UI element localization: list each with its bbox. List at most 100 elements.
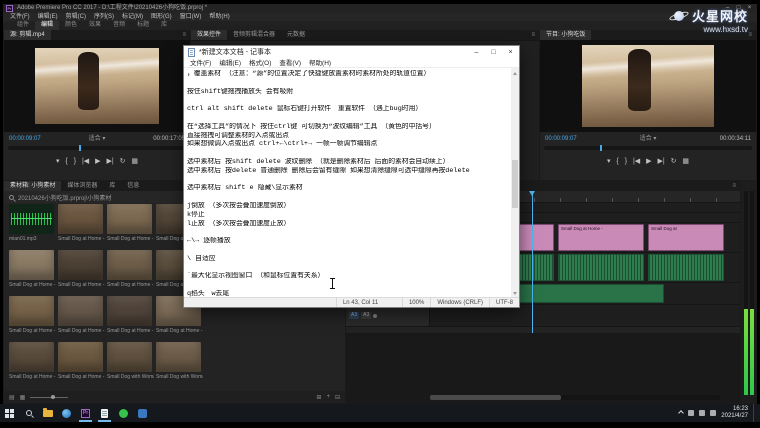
notepad-minimize-button[interactable]: – (468, 46, 485, 59)
icon-view-icon[interactable]: ▦ (20, 394, 26, 401)
project-item[interactable]: Small Dog with Woman... (107, 342, 154, 386)
project-item[interactable]: Small Dog at Home - S... (58, 342, 105, 386)
tab-audio-mixer[interactable]: 音频剪辑混合器 (227, 30, 281, 40)
list-view-icon[interactable]: ▤ (9, 394, 15, 401)
menu-graphics[interactable]: 图形(G) (147, 13, 176, 21)
search-icon[interactable] (9, 195, 14, 200)
taskbar-clock[interactable]: 16:23 2021/4/27 (721, 406, 748, 420)
program-transport-controls[interactable]: ▾ { } |◀ ▶ ▶| ↻ ▦ (540, 154, 756, 170)
project-item[interactable]: Small Dog at Home - S... (58, 250, 105, 294)
menu-help[interactable]: 帮助(H) (205, 13, 233, 21)
video-thumbnail[interactable] (58, 204, 103, 234)
scroll-down-icon[interactable] (511, 289, 519, 297)
thumbnail-zoom-slider[interactable] (30, 397, 68, 398)
scrollbar-thumb[interactable] (512, 160, 518, 208)
source-fit-dropdown[interactable]: 适合 ▾ (89, 134, 106, 144)
audio-clip[interactable] (648, 254, 724, 281)
track-lane-a3[interactable] (430, 305, 740, 326)
tab-source-monitor[interactable]: 源: 剪辑.mp4 (4, 30, 51, 40)
tray-icon-1[interactable] (688, 410, 694, 416)
notepad-scrollbar[interactable] (511, 68, 519, 297)
scroll-up-icon[interactable] (511, 68, 519, 76)
timeline-horizontal-scrollbar[interactable] (430, 395, 720, 400)
taskbar-chat-button[interactable] (114, 404, 133, 422)
taskbar-premiere-button[interactable]: Pr (76, 404, 95, 422)
project-item[interactable]: Small Dog at Home - S... (107, 204, 154, 248)
tab-libraries[interactable]: 库 (103, 181, 121, 191)
workspace-tab-titles[interactable]: 标题 (131, 21, 155, 30)
taskbar-notepad-button[interactable] (95, 404, 114, 422)
project-item[interactable]: Small Dog at Home - S... (58, 204, 105, 248)
source-transport-controls[interactable]: ▾ { } |◀ ▶ ▶| ↻ ▦ (4, 154, 190, 170)
video-clip[interactable]: Small Dog at (648, 224, 724, 251)
project-item-audio[interactable]: mian01.mp3 (9, 204, 56, 248)
notepad-menu-edit[interactable]: 编辑(E) (215, 59, 245, 67)
audio-waveform-thumbnail[interactable] (9, 204, 54, 234)
video-thumbnail[interactable] (107, 250, 152, 280)
delete-icon[interactable]: ⊟ (335, 394, 340, 401)
notepad-menu-format[interactable]: 格式(O) (245, 59, 275, 67)
notepad-menu-help[interactable]: 帮助(H) (305, 59, 335, 67)
taskbar-app-button[interactable] (133, 404, 152, 422)
source-scrubber[interactable] (8, 146, 186, 150)
source-timecode[interactable]: 00:00:09:07 (9, 134, 41, 144)
show-desktop-button[interactable] (753, 404, 757, 422)
tab-media-browser[interactable]: 媒体浏览器 (61, 181, 103, 191)
project-item[interactable]: Small Dog at Home - S... (9, 250, 56, 294)
video-thumbnail[interactable] (9, 342, 54, 372)
video-thumbnail[interactable] (58, 296, 103, 326)
tray-icon-2[interactable] (699, 410, 705, 416)
tab-effect-controls[interactable]: 效果控件 (191, 30, 227, 40)
video-thumbnail[interactable] (156, 342, 201, 372)
menu-file[interactable]: 文件(F) (6, 13, 34, 21)
notepad-text-area[interactable]: ，覆盖素材 （注意：“源”的位置决定了快捷键放置素材时素材所处的轨道位置） 按住… (184, 68, 519, 297)
track-header-a3[interactable]: A3A3 (346, 305, 430, 326)
tab-metadata[interactable]: 元数据 (281, 30, 311, 40)
taskbar-browser-button[interactable] (57, 404, 76, 422)
source-scrub-head[interactable] (79, 145, 81, 151)
project-item[interactable]: Small Dog at Home - S... (107, 296, 154, 340)
menu-window[interactable]: 窗口(W) (176, 13, 206, 21)
playhead[interactable] (532, 191, 533, 333)
tab-program-monitor[interactable]: 节目: 小狗吃饭 (540, 30, 591, 40)
taskbar-explorer-button[interactable] (38, 404, 57, 422)
video-thumbnail[interactable] (58, 250, 103, 280)
video-thumbnail[interactable] (107, 204, 152, 234)
program-scrubber[interactable] (544, 146, 752, 150)
panel-menu-icon[interactable]: ≡ (178, 30, 190, 40)
panel-menu-icon[interactable]: ≡ (527, 30, 539, 40)
menu-sequence[interactable]: 序列(S) (90, 13, 118, 21)
menu-edit[interactable]: 编辑(E) (34, 13, 62, 21)
track-toggle-icon[interactable] (373, 314, 377, 318)
track-badge[interactable]: A3 (361, 312, 371, 319)
video-thumbnail[interactable] (107, 342, 152, 372)
source-patch-badge[interactable]: A3 (349, 312, 359, 319)
video-thumbnail[interactable] (9, 250, 54, 280)
video-thumbnail[interactable] (9, 296, 54, 326)
new-item-icon[interactable]: + (326, 394, 330, 401)
video-clip[interactable]: Small Dog at Home - (558, 224, 644, 251)
notepad-menu-view[interactable]: 查看(V) (275, 59, 305, 67)
menu-clip[interactable]: 剪辑(C) (62, 13, 90, 21)
video-thumbnail[interactable] (58, 342, 103, 372)
notepad-titlebar[interactable]: *新建文本文档 - 记事本 – □ × (184, 46, 519, 59)
start-button[interactable] (0, 404, 19, 422)
project-item[interactable]: Small Dog with Woman... (156, 342, 203, 386)
tab-bin[interactable]: 素材箱: 小狗素材 (4, 181, 61, 191)
video-thumbnail[interactable] (107, 296, 152, 326)
program-timecode[interactable]: 00:00:09:07 (545, 134, 577, 144)
project-item[interactable]: Small Dog at Home - S... (107, 250, 154, 294)
tray-chevron-up-icon[interactable] (678, 410, 684, 416)
taskbar-search-button[interactable] (19, 404, 38, 422)
project-item[interactable]: Small Dog at Home - S... (58, 296, 105, 340)
program-fit-dropdown[interactable]: 适合 ▾ (640, 134, 657, 144)
new-bin-icon[interactable]: ⊞ (316, 394, 321, 401)
panel-menu-icon[interactable]: ≡ (728, 181, 740, 191)
notepad-menu-file[interactable]: 文件(F) (186, 59, 215, 67)
workspace-tab-editing[interactable]: 编辑 (35, 21, 59, 30)
workspace-tab-color[interactable]: 颜色 (59, 21, 83, 30)
program-scrub-head[interactable] (600, 145, 602, 151)
workspace-tab-assembly[interactable]: 组件 (11, 21, 35, 30)
menu-marker[interactable]: 标记(M) (118, 13, 147, 21)
tray-icon-3[interactable] (710, 410, 716, 416)
